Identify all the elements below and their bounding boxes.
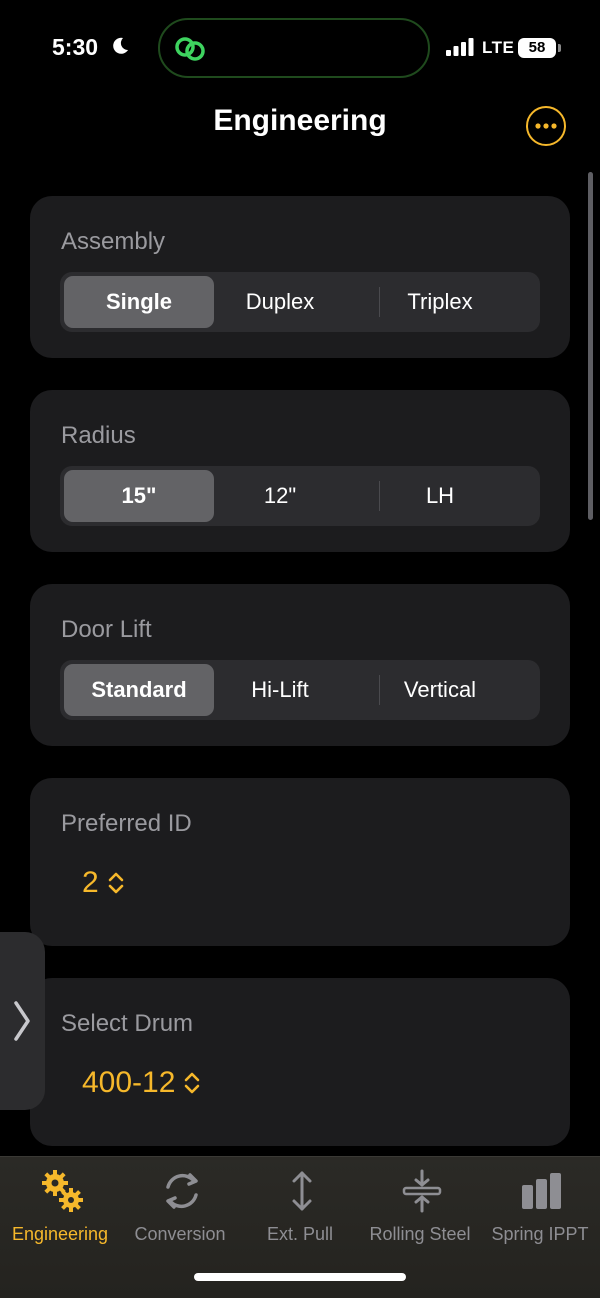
radius-segmented-control: 15" 12" LH <box>60 466 540 526</box>
radius-option-15[interactable]: 15" <box>64 470 214 522</box>
door-lift-option-hi-lift[interactable]: Hi-Lift <box>200 660 360 720</box>
assembly-segmented-control: Single Duplex Triplex <box>60 272 540 332</box>
assembly-option-duplex[interactable]: Duplex <box>200 272 360 332</box>
preferred-id-picker[interactable]: 2 <box>82 866 125 900</box>
tab-engineering[interactable]: Engineering <box>0 1157 120 1257</box>
tab-label: Ext. Pull <box>266 1224 334 1244</box>
radius-card: Radius 15" 12" LH <box>30 390 570 552</box>
signal-bars-icon <box>446 38 474 56</box>
dynamic-island <box>158 18 430 78</box>
radius-label: Radius <box>61 422 136 449</box>
more-options-button[interactable] <box>526 106 566 146</box>
chevron-up-down-icon <box>108 872 123 894</box>
status-time: 5:30 <box>52 34 99 60</box>
scroll-indicator[interactable] <box>588 172 593 520</box>
door-lift-option-vertical[interactable]: Vertical <box>360 660 520 720</box>
door-lift-card: Door Lift Standard Hi-Lift Vertical <box>30 584 570 746</box>
status-bar: 5:30 LTE 58 <box>0 0 600 96</box>
door-lift-option-standard[interactable]: Standard <box>64 664 214 716</box>
gears-icon <box>42 1170 83 1212</box>
assembly-card: Assembly Single Duplex Triplex <box>30 196 570 358</box>
link-rings-icon <box>175 37 205 61</box>
chevron-up-down-icon <box>185 1072 200 1094</box>
select-drum-label: Select Drum <box>61 1010 194 1037</box>
network-type: LTE <box>482 38 515 57</box>
preferred-id-value: 2 <box>82 866 99 899</box>
home-indicator[interactable] <box>194 1273 406 1281</box>
refresh-icon <box>166 1173 198 1209</box>
assembly-option-single[interactable]: Single <box>64 276 214 328</box>
tab-label: Conversion <box>134 1224 226 1244</box>
tab-label: Spring IPPT <box>491 1224 589 1244</box>
radius-option-lh[interactable]: LH <box>360 466 520 526</box>
preferred-id-label: Preferred ID <box>61 810 192 837</box>
ellipsis-icon <box>535 123 557 129</box>
preferred-id-card: Preferred ID 2 <box>30 778 570 946</box>
door-lift-segmented-control: Standard Hi-Lift Vertical <box>60 660 540 720</box>
battery-indicator: 58 <box>518 38 561 58</box>
moon-icon <box>113 37 128 54</box>
assembly-label: Assembly <box>61 228 166 255</box>
tab-ext-pull[interactable]: Ext. Pull <box>240 1157 360 1257</box>
radius-option-12[interactable]: 12" <box>200 466 360 526</box>
select-drum-picker[interactable]: 400-12 <box>82 1066 201 1100</box>
tab-spring-ippt[interactable]: Spring IPPT <box>480 1157 600 1257</box>
tab-rolling-steel[interactable]: Rolling Steel <box>360 1157 480 1257</box>
select-drum-value: 400-12 <box>82 1066 176 1099</box>
side-panel-handle[interactable] <box>0 932 45 1110</box>
bar-chart-icon <box>522 1173 561 1209</box>
door-lift-label: Door Lift <box>61 616 152 643</box>
chevron-right-icon <box>14 1001 30 1041</box>
assembly-option-triplex[interactable]: Triplex <box>360 272 520 332</box>
compress-icon <box>402 1169 442 1213</box>
tab-label: Rolling Steel <box>369 1224 471 1244</box>
tab-conversion[interactable]: Conversion <box>120 1157 240 1257</box>
vertical-arrows-icon <box>292 1171 312 1211</box>
select-drum-card: Select Drum 400-12 <box>30 978 570 1146</box>
page-title: Engineering <box>213 104 387 137</box>
